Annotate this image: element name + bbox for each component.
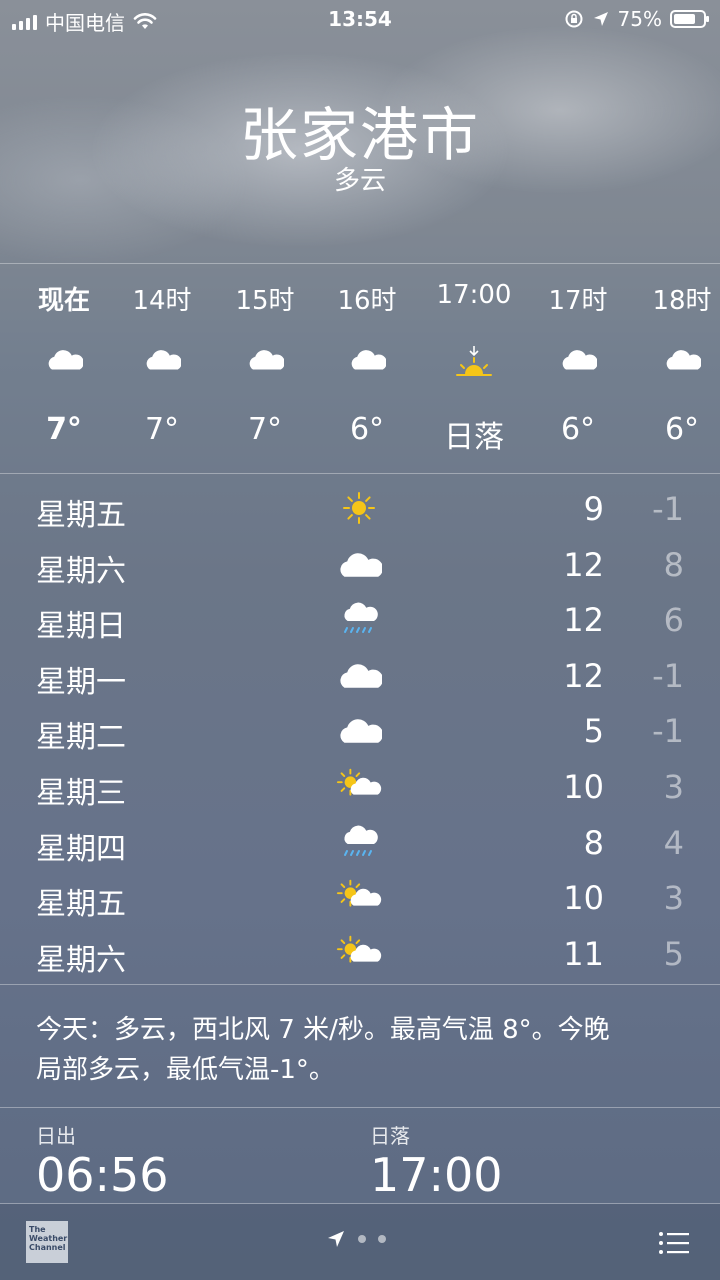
hourly-temp: 7°: [144, 412, 180, 447]
sunset-icon: [422, 344, 526, 384]
daily-row: 星期六 11 5: [0, 925, 720, 981]
daily-row: 星期六 12 8: [0, 536, 720, 592]
daily-row: 星期五 9 -1: [0, 480, 720, 536]
day-name: 星期日: [36, 609, 126, 645]
location-arrow-icon: [328, 1231, 344, 1247]
hourly-time: 15时: [235, 286, 295, 316]
low-temp: 3: [663, 879, 684, 918]
location-arrow-icon: [593, 12, 608, 26]
cloud-icon: [526, 344, 630, 384]
daily-row: 星期二 5 -1: [0, 702, 720, 758]
daily-row: 星期一 12 -1: [0, 647, 720, 703]
hourly-time: 现在: [37, 286, 90, 316]
partly-sunny-icon: [336, 879, 382, 915]
current-condition: 多云: [333, 166, 386, 196]
weather-channel-logo[interactable]: The Weather Channel: [26, 1221, 68, 1263]
page-dot[interactable]: [358, 1235, 366, 1243]
day-name: 星期六: [36, 942, 126, 978]
sun-icon: [336, 490, 382, 526]
hourly-temp: 7°: [247, 412, 283, 447]
low-temp: 6: [663, 601, 684, 640]
day-name: 星期五: [36, 887, 126, 923]
day-name: 星期四: [36, 831, 126, 867]
battery-icon: [670, 10, 709, 28]
daily-row: 星期三 10 3: [0, 758, 720, 814]
cloud-icon: [336, 546, 382, 582]
today-summary: 今天：多云，西北风 7 米/秒。最高气温 8°。今晚 局部多云，最低气温-1°。: [36, 1010, 696, 1090]
sunrise-time: 06:56: [36, 1148, 169, 1202]
high-temp: 10: [563, 768, 604, 806]
hourly-time: 17:00: [436, 280, 512, 310]
low-temp: -1: [652, 712, 684, 751]
low-temp: -1: [652, 656, 684, 695]
low-temp: 4: [663, 823, 684, 862]
cloud-icon: [110, 344, 214, 384]
cloud-icon: [336, 712, 382, 748]
partly-sunny-icon: [336, 768, 382, 804]
high-temp: 8: [583, 823, 604, 862]
hourly-temp: 6°: [560, 412, 596, 447]
high-temp: 12: [563, 656, 604, 695]
battery-percent: 75%: [617, 7, 662, 31]
list-icon[interactable]: [658, 1230, 690, 1256]
divider: [0, 984, 720, 985]
high-temp: 10: [563, 879, 604, 918]
hourly-temp: 7°: [46, 412, 82, 447]
hourly-time: 14时: [132, 286, 192, 316]
cloud-icon: [336, 657, 382, 693]
hourly-temp: 日落: [444, 420, 504, 455]
hourly-temp: 6°: [664, 412, 700, 447]
bottom-toolbar: The Weather Channel: [0, 1204, 720, 1280]
hourly-temp: 6°: [349, 412, 385, 447]
cloud-icon: [12, 344, 116, 384]
high-temp: 9: [583, 490, 604, 528]
divider: [0, 473, 720, 474]
daily-row: 星期四 8 4: [0, 814, 720, 870]
high-temp: 12: [563, 545, 604, 584]
day-name: 星期一: [36, 664, 126, 700]
hourly-forecast[interactable]: 现在 7° 14时 7° 15时 7° 16时 6° 17:00 日落 17时 6° 18时…: [0, 264, 720, 474]
low-temp: -1: [652, 490, 684, 528]
daily-row: 星期五 10 3: [0, 869, 720, 925]
partly-sunny-icon: [336, 935, 382, 971]
cloud-icon: [315, 344, 419, 384]
low-temp: 8: [663, 545, 684, 584]
summary-line: 局部多云，最低气温-1°。: [36, 1055, 335, 1085]
daily-row: 星期日 12 6: [0, 591, 720, 647]
sunset-time: 17:00: [370, 1148, 503, 1202]
low-temp: 5: [663, 934, 684, 973]
sunrise-label: 日出: [36, 1124, 76, 1148]
day-name: 星期六: [36, 553, 126, 589]
page-dot[interactable]: [378, 1235, 386, 1243]
low-temp: 3: [663, 768, 684, 806]
high-temp: 5: [583, 712, 604, 751]
cloud-icon: [213, 344, 317, 384]
hourly-time: 16时: [337, 286, 397, 316]
sunset-label: 日落: [370, 1124, 410, 1148]
hourly-time: 18时: [652, 286, 712, 316]
day-name: 星期五: [36, 498, 126, 533]
hourly-time: 17时: [548, 286, 608, 316]
page-indicator[interactable]: [326, 1229, 386, 1249]
rotation-lock-icon: [565, 10, 583, 28]
rain-icon: [336, 601, 382, 637]
day-name: 星期三: [36, 776, 126, 811]
day-name: 星期二: [36, 720, 126, 756]
cloud-icon: [630, 344, 720, 384]
divider: [0, 1107, 720, 1108]
summary-line: 今天：多云，西北风 7 米/秒。最高气温 8°。今晚: [36, 1015, 610, 1045]
status-bar: 中国电信 13:54 75%: [0, 0, 720, 38]
high-temp: 11: [563, 934, 604, 973]
high-temp: 12: [563, 601, 604, 640]
rain-icon: [336, 824, 382, 860]
